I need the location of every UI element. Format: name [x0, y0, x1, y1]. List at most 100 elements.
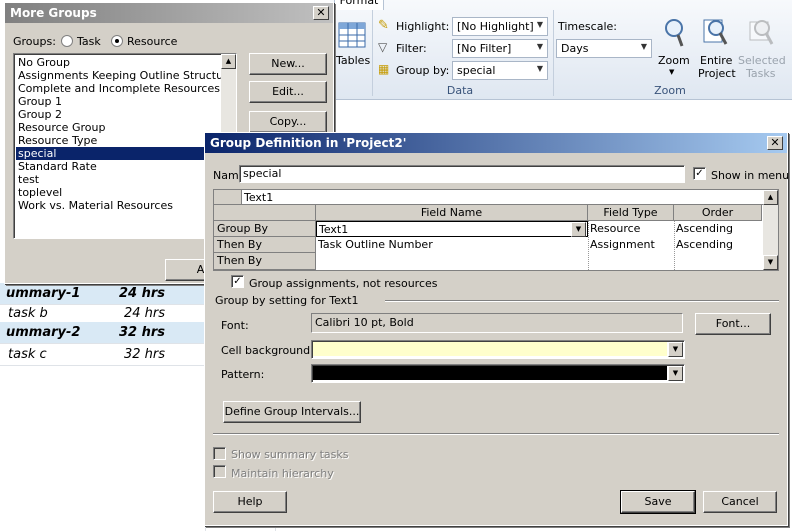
edit-group-button[interactable]: Edit... [249, 81, 327, 103]
copy-group-button[interactable]: Copy... [249, 111, 327, 133]
entire-project-button[interactable]: Entire Project [696, 16, 736, 82]
edit-bar[interactable]: Text1 [242, 190, 778, 205]
close-icon[interactable]: ✕ [767, 136, 783, 150]
task-radio[interactable] [61, 35, 73, 47]
font-button[interactable]: Font... [695, 313, 771, 335]
save-button[interactable]: Save [620, 490, 696, 514]
close-icon[interactable]: ✕ [313, 6, 329, 20]
dialog-title: More Groups [10, 6, 97, 20]
table-row[interactable]: ummary-2 32 hrs [0, 322, 205, 344]
list-item[interactable]: special [16, 147, 222, 160]
list-item[interactable]: Group 2 [16, 108, 222, 121]
field-value: Text1 [319, 223, 349, 236]
list-item[interactable]: Standard Rate [16, 160, 222, 173]
group-by-select[interactable]: special ▼ [452, 61, 548, 80]
pattern-swatch [313, 366, 667, 380]
highlight-label: Highlight: [396, 20, 450, 33]
ribbon-tab-format[interactable]: Format [334, 0, 384, 10]
scroll-down-icon[interactable]: ▼ [763, 255, 778, 270]
list-item[interactable]: Resource Group [16, 121, 222, 134]
scroll-up-icon[interactable]: ▲ [763, 190, 778, 205]
then-by-order-cell[interactable]: Ascending [674, 237, 762, 252]
show-in-menu-checkbox[interactable]: ✓ [693, 167, 706, 180]
pattern-label: Pattern: [221, 368, 265, 381]
tables-button[interactable]: Tables [334, 18, 374, 70]
group-by-field-cell[interactable]: Text1 ▼ [316, 221, 588, 237]
then-by-type-cell[interactable]: Assignment [588, 237, 674, 252]
entire-project-icon [702, 18, 730, 51]
new-group-button[interactable]: New... [249, 53, 327, 75]
row-name: task c [8, 347, 47, 362]
row-work: 24 hrs [118, 286, 165, 301]
font-button-label: Font... [715, 317, 751, 330]
tables-label: Tables [336, 54, 371, 67]
grid-scrollbar[interactable]: ▲ ▼ [763, 190, 778, 270]
cell-background-swatch [313, 342, 667, 356]
cell-background-select[interactable]: ▼ [311, 340, 685, 359]
group-by-value: special [457, 64, 496, 77]
maintain-hierarchy-checkbox[interactable] [213, 465, 226, 478]
field-type-header: Field Type [588, 205, 674, 221]
chevron-down-icon[interactable]: ▼ [668, 366, 683, 381]
cell-background-label: Cell background: [221, 344, 314, 357]
group-assignments-checkbox[interactable]: ✓ [231, 275, 244, 288]
row-header-spacer [214, 205, 316, 221]
selected-tasks-button: Selected Tasks [738, 16, 786, 82]
field-name-header: Field Name [316, 205, 588, 221]
list-item[interactable]: Assignments Keeping Outline Structure [16, 69, 234, 82]
grid-corner [214, 190, 242, 205]
then-by-field-cell[interactable]: Task Outline Number [316, 237, 588, 252]
timescale-select[interactable]: Days ▼ [556, 39, 652, 58]
group-setting-section-label: Group by setting for Text1 [215, 294, 359, 307]
cancel-button[interactable]: Cancel [703, 491, 777, 513]
chevron-down-icon[interactable]: ▼ [668, 342, 683, 357]
show-summary-tasks-checkbox[interactable] [213, 447, 226, 460]
maintain-hierarchy-label: Maintain hierarchy [231, 467, 334, 480]
more-groups-titlebar: More Groups [5, 3, 333, 23]
group-by-row-header: Group By [214, 221, 316, 237]
font-display: Calibri 10 pt, Bold [311, 313, 683, 333]
magnifier-icon [662, 18, 686, 51]
selected-tasks-label-1: Selected [738, 54, 786, 67]
list-item[interactable]: Complete and Incomplete Resources [16, 82, 222, 95]
edit-button-label: Edit... [272, 85, 304, 98]
table-icon [338, 22, 368, 53]
group-fields-grid[interactable]: Text1 Field Name Field Type Order Group … [213, 189, 779, 271]
list-item[interactable]: Resource Type [16, 134, 222, 147]
help-button[interactable]: Help [213, 491, 287, 513]
define-group-intervals-button[interactable]: Define Group Intervals... [223, 401, 361, 423]
pattern-select[interactable]: ▼ [311, 364, 685, 383]
list-item[interactable]: Group 1 [16, 95, 222, 108]
table-row[interactable]: ummary-1 24 hrs [0, 283, 205, 305]
order-header: Order [674, 205, 762, 221]
zoom-label: Zoom [658, 54, 690, 67]
filter-select[interactable]: [No Filter] ▼ [452, 39, 548, 58]
list-item[interactable]: test [16, 173, 222, 186]
edit-bar-value: Text1 [244, 191, 274, 204]
scroll-up-icon[interactable]: ▲ [221, 54, 236, 69]
group-by-type-cell[interactable]: Resource [588, 221, 674, 236]
chevron-down-icon: ▼ [536, 64, 543, 73]
table-row[interactable]: task c 32 hrs [0, 344, 205, 366]
highlight-select[interactable]: [No Highlight] ▼ [452, 17, 548, 36]
list-item[interactable]: Work vs. Material Resources [16, 199, 222, 212]
save-button-label: Save [644, 495, 672, 508]
groups-label: Groups: [13, 35, 56, 48]
copy-button-label: Copy... [269, 115, 307, 128]
define-intervals-label: Define Group Intervals... [224, 405, 360, 418]
zoom-button[interactable]: Zoom ▼ [656, 16, 692, 82]
name-field[interactable]: special [239, 165, 685, 183]
help-button-label: Help [237, 495, 263, 508]
list-item[interactable]: No Group [16, 56, 222, 69]
resource-radio[interactable] [111, 35, 123, 47]
group-by-icon: ▦ [378, 62, 390, 76]
list-item[interactable]: toplevel [16, 186, 222, 199]
filter-label: Filter: [396, 42, 427, 55]
selected-tasks-icon [748, 18, 776, 51]
highlight-value: [No Highlight] [457, 20, 534, 33]
timescale-value: Days [561, 42, 589, 55]
group-by-order-cell[interactable]: Ascending [674, 221, 762, 236]
zoom-group-label: Zoom [654, 84, 686, 97]
chevron-down-icon: ▼ [669, 68, 675, 76]
chevron-down-icon[interactable]: ▼ [571, 222, 586, 237]
